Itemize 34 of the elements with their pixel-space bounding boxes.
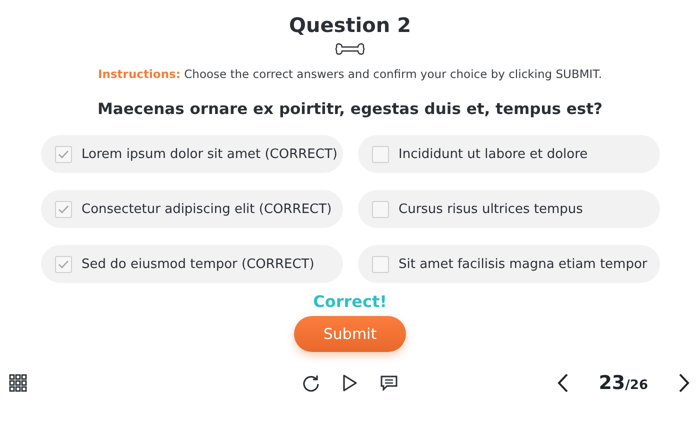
menu-grid-icon[interactable] [9, 374, 27, 392]
answer-option[interactable]: Cursus risus ultrices tempus [358, 190, 660, 228]
answer-option[interactable]: Sed do eiusmod tempor (CORRECT) [40, 245, 342, 283]
checkmark-icon [58, 204, 68, 214]
question-title: Question 2 [289, 12, 411, 38]
checkbox[interactable] [372, 146, 388, 162]
option-label: Consectetur adipiscing elit (CORRECT) [82, 202, 332, 216]
answer-option[interactable]: Incididunt ut labore et dolore [358, 135, 660, 173]
question-text: Maecenas ornare ex poirtitr, egestas duis et, tempus est? [97, 100, 602, 118]
instructions-text: Instructions: Choose the correct answers and confirm your choice by clicking SUBMIT. [98, 67, 602, 81]
play-icon[interactable] [342, 374, 358, 392]
checkbox[interactable] [54, 256, 72, 272]
option-label: Incididunt ut labore et dolore [398, 146, 588, 162]
checkbox[interactable] [54, 146, 72, 162]
current-page: 23 [598, 372, 626, 394]
checkmark-icon [58, 150, 68, 158]
total-pages: /26 [625, 378, 648, 393]
answer-option[interactable]: Sit amet facilisis magna etiam tempor [358, 245, 660, 283]
checkbox[interactable] [54, 200, 72, 218]
replay-icon[interactable] [302, 374, 320, 392]
comment-icon[interactable] [380, 375, 398, 391]
checkbox[interactable] [372, 256, 388, 272]
answer-option[interactable]: Lorem ipsum dolor sit amet (CORRECT) [40, 135, 342, 173]
checkbox[interactable] [372, 200, 388, 218]
previous-icon[interactable] [556, 373, 569, 393]
option-label: Sit amet facilisis magna etiam tempor [398, 256, 648, 272]
option-label: Cursus risus ultrices tempus [398, 202, 583, 216]
feedback-text: Correct! [313, 292, 387, 311]
checkmark-icon [58, 260, 68, 268]
option-label: Sed do eiusmod tempor (CORRECT) [82, 256, 314, 272]
bone-icon [335, 43, 365, 55]
next-icon[interactable] [678, 373, 690, 393]
answer-option[interactable]: Consectetur adipiscing elit (CORRECT) [40, 190, 342, 228]
option-label: Lorem ipsum dolor sit amet (CORRECT) [82, 146, 338, 162]
